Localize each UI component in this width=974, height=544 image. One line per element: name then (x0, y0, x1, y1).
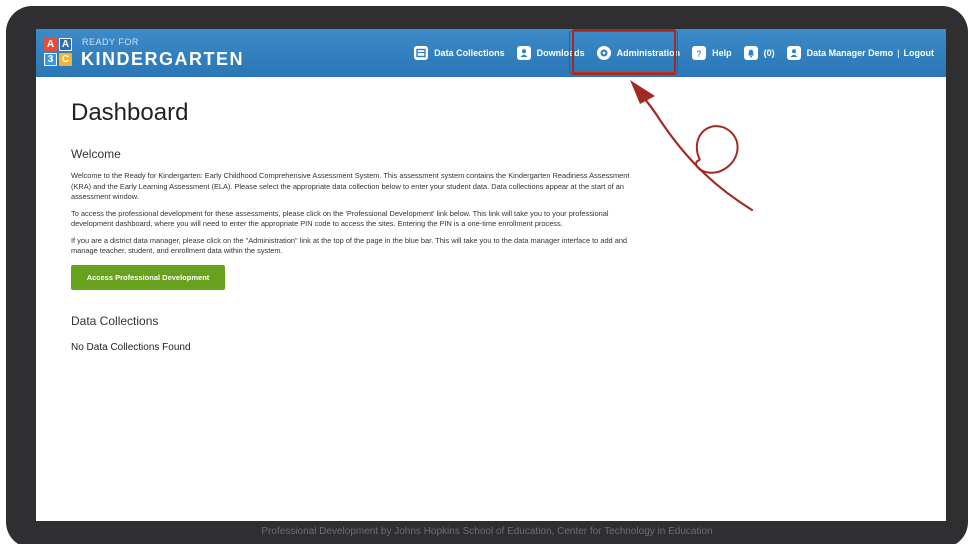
logo-title: KINDERGARTEN (81, 49, 245, 69)
nav-help[interactable]: ? Help (692, 46, 732, 60)
dashboard-content: Dashboard Welcome Welcome to the Ready f… (71, 99, 631, 353)
nav-administration-label: Administration (616, 48, 681, 58)
footer-credit: Professional Development by Johns Hopkin… (261, 526, 713, 537)
svg-text:?: ? (697, 49, 702, 58)
nav-data-collections[interactable]: Data Collections (414, 46, 505, 60)
table-icon (414, 46, 429, 60)
nav-user[interactable]: Data Manager Demo (786, 46, 894, 60)
app-screen: A A 3 C READY FOR KINDERGARTEN Data Coll… (36, 29, 946, 521)
nav-data-collections-label: Data Collections (434, 48, 505, 58)
logo-block-c: C (59, 53, 72, 66)
access-professional-development-button[interactable]: Access Professional Development (71, 264, 225, 290)
welcome-paragraph: Welcome to the Ready for Kindergarten: E… (71, 171, 630, 201)
welcome-heading: Welcome (71, 147, 121, 161)
nav-downloads[interactable]: Downloads (516, 46, 585, 60)
data-collections-heading: Data Collections (71, 313, 159, 328)
empty-state-message: No Data Collections Found (71, 341, 191, 353)
notification-count: (0) (763, 48, 775, 58)
question-icon: ? (692, 46, 707, 60)
nav-separator: | (897, 48, 900, 58)
logo-block-a1: A (44, 38, 57, 51)
users-icon (516, 46, 531, 60)
ready-for-kindergarten-logo[interactable]: A A 3 C READY FOR KINDERGARTEN (44, 36, 243, 72)
page-title: Dashboard (71, 99, 189, 126)
logo-block-3: 3 (44, 53, 57, 66)
nav-help-label: Help (712, 48, 732, 58)
top-navigation-bar: A A 3 C READY FOR KINDERGARTEN Data Coll… (36, 29, 946, 77)
professional-development-paragraph: To access the professional development f… (71, 208, 609, 229)
logout-link[interactable]: Logout (904, 48, 935, 58)
user-name: Data Manager Demo (806, 48, 894, 58)
logo-blocks-icon: A A 3 C (44, 38, 74, 68)
user-icon (786, 46, 801, 60)
logo-block-a2: A (59, 38, 72, 51)
nav-notifications[interactable]: (0) (743, 46, 775, 60)
logo-tagline: READY FOR (82, 37, 139, 47)
bell-icon (743, 46, 758, 60)
administration-paragraph: If you are a district data manager, plea… (71, 235, 628, 256)
nav-downloads-label: Downloads (536, 48, 585, 58)
main-nav: Data Collections Downloads Administratio… (402, 29, 934, 77)
gear-icon (596, 46, 611, 60)
nav-administration[interactable]: Administration (596, 46, 681, 60)
